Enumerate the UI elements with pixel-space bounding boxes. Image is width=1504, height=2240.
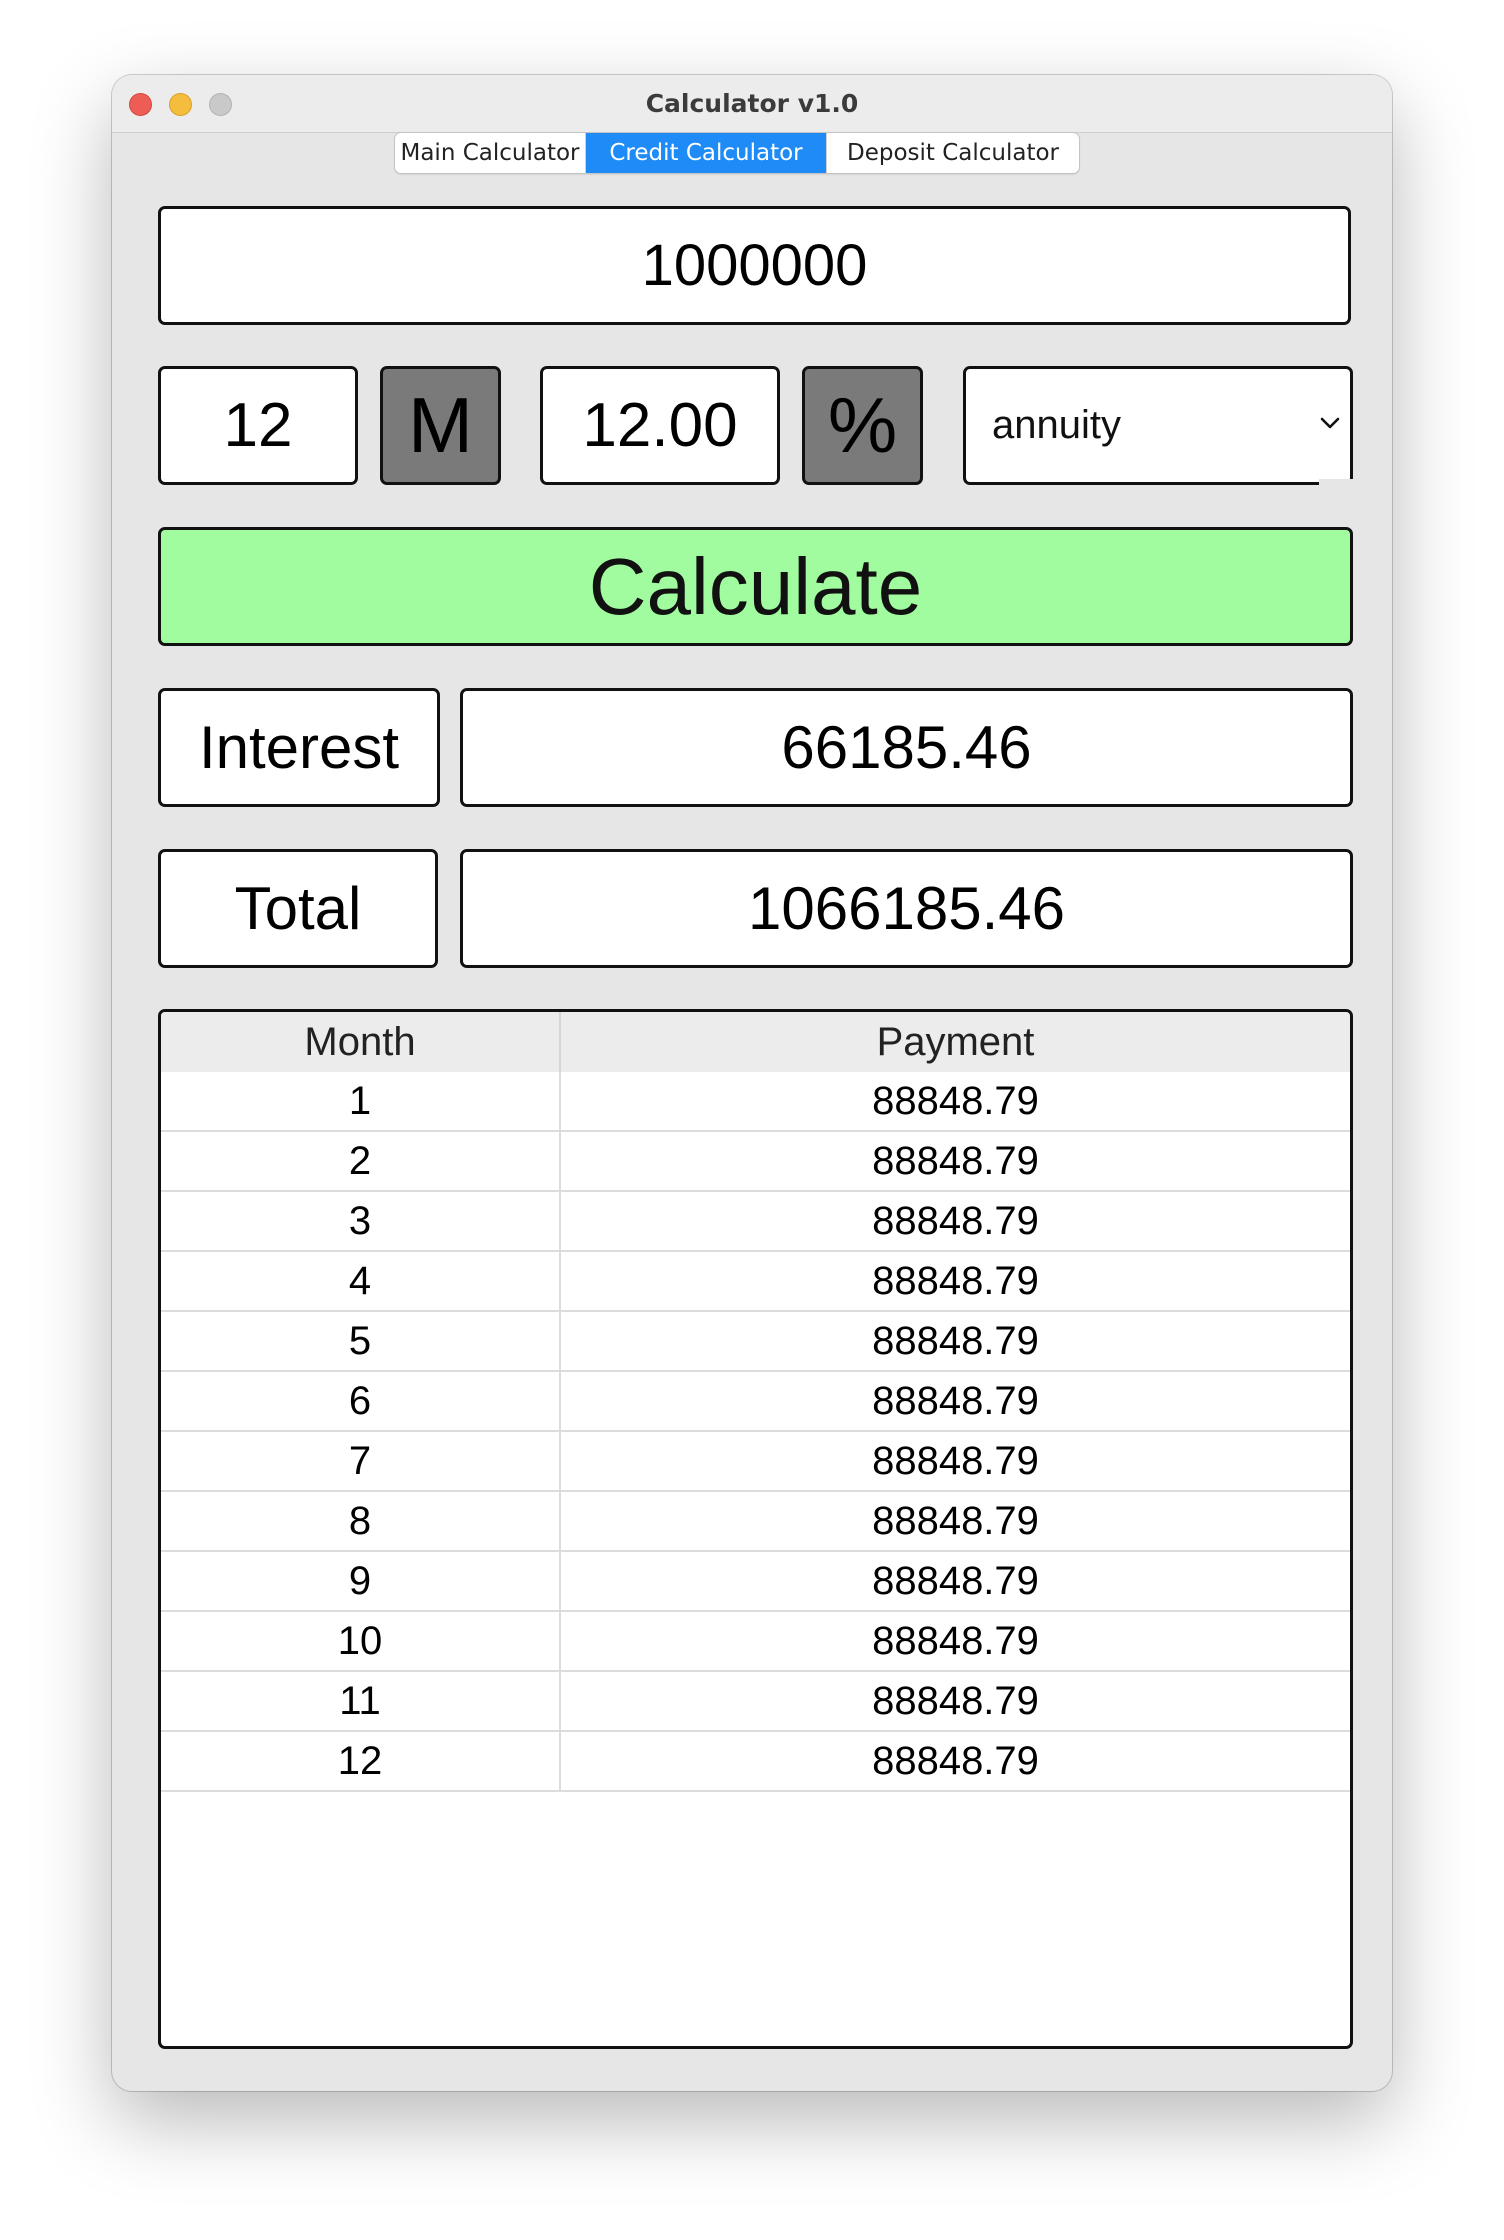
payment-cell: 88848.79 xyxy=(872,1679,1039,1723)
table-row[interactable]: 4 88848.79 xyxy=(161,1252,1350,1312)
payment-cell: 88848.79 xyxy=(872,1739,1039,1783)
calculate-button[interactable]: Calculate xyxy=(158,527,1353,646)
payment-cell: 88848.79 xyxy=(872,1079,1039,1123)
payment-schedule-table[interactable]: Month Payment 1 88848.79 2 88848.79 3 88848… xyxy=(158,1009,1353,2049)
total-label: Total xyxy=(158,849,438,968)
table-row[interactable]: 2 88848.79 xyxy=(161,1132,1350,1192)
tab-credit-calculator[interactable]: Credit Calculator xyxy=(586,133,827,173)
table-row[interactable]: 1 88848.79 xyxy=(161,1072,1350,1132)
tab-bar: Main Calculator Credit Calculator Deposi… xyxy=(394,132,1080,174)
table-row[interactable]: 10 88848.79 xyxy=(161,1612,1350,1672)
payment-cell: 88848.79 xyxy=(872,1499,1039,1543)
month-cell: 5 xyxy=(161,1312,561,1370)
select-corner-notch xyxy=(1319,479,1353,485)
payment-cell: 88848.79 xyxy=(872,1319,1039,1363)
payment-cell: 88848.79 xyxy=(872,1619,1039,1663)
interest-label: Interest xyxy=(158,688,440,807)
table-header: Month Payment xyxy=(161,1012,1350,1072)
payment-type-value: annuity xyxy=(992,403,1121,447)
table-row[interactable]: 9 88848.79 xyxy=(161,1552,1350,1612)
month-cell: 6 xyxy=(161,1372,561,1430)
month-cell: 4 xyxy=(161,1252,561,1310)
payment-cell: 88848.79 xyxy=(872,1139,1039,1183)
title-bar: Calculator v1.0 xyxy=(112,75,1392,133)
month-cell: 10 xyxy=(161,1612,561,1670)
app-window: Calculator v1.0 Main Calculator Credit C… xyxy=(112,75,1392,2091)
month-cell: 12 xyxy=(161,1732,561,1790)
term-field[interactable]: 12 xyxy=(158,366,358,485)
chevron-down-icon xyxy=(1320,417,1340,429)
interest-value: 66185.46 xyxy=(460,688,1353,807)
payment-cell: 88848.79 xyxy=(872,1439,1039,1483)
payment-cell: 88848.79 xyxy=(872,1379,1039,1423)
table-row[interactable]: 6 88848.79 xyxy=(161,1372,1350,1432)
payment-cell: 88848.79 xyxy=(872,1259,1039,1303)
tab-deposit-calculator[interactable]: Deposit Calculator xyxy=(827,133,1079,173)
term-unit-button[interactable]: M xyxy=(380,366,501,485)
month-cell: 3 xyxy=(161,1192,561,1250)
table-body: 1 88848.79 2 88848.79 3 88848.79 4 88848.79 … xyxy=(161,1072,1350,1792)
loan-amount-field[interactable]: 1000000 xyxy=(158,206,1351,325)
payment-type-select[interactable]: annuity xyxy=(963,366,1353,485)
total-value: 1066185.46 xyxy=(460,849,1353,968)
payment-cell: 88848.79 xyxy=(872,1199,1039,1243)
table-row[interactable]: 3 88848.79 xyxy=(161,1192,1350,1252)
table-row[interactable]: 8 88848.79 xyxy=(161,1492,1350,1552)
table-row[interactable]: 11 88848.79 xyxy=(161,1672,1350,1732)
month-cell: 8 xyxy=(161,1492,561,1550)
month-cell: 11 xyxy=(161,1672,561,1730)
window-title: Calculator v1.0 xyxy=(645,89,859,118)
table-row[interactable]: 5 88848.79 xyxy=(161,1312,1350,1372)
month-cell: 9 xyxy=(161,1552,561,1610)
month-cell: 1 xyxy=(161,1072,561,1130)
month-cell: 2 xyxy=(161,1132,561,1190)
tab-main-calculator[interactable]: Main Calculator xyxy=(395,133,586,173)
column-header-payment[interactable]: Payment xyxy=(561,1012,1350,1072)
column-header-month[interactable]: Month xyxy=(161,1012,561,1072)
table-row[interactable]: 12 88848.79 xyxy=(161,1732,1350,1792)
interest-rate-field[interactable]: 12.00 xyxy=(540,366,780,485)
rate-unit-button[interactable]: % xyxy=(802,366,923,485)
table-row[interactable]: 7 88848.79 xyxy=(161,1432,1350,1492)
payment-cell: 88848.79 xyxy=(872,1559,1039,1603)
month-cell: 7 xyxy=(161,1432,561,1490)
